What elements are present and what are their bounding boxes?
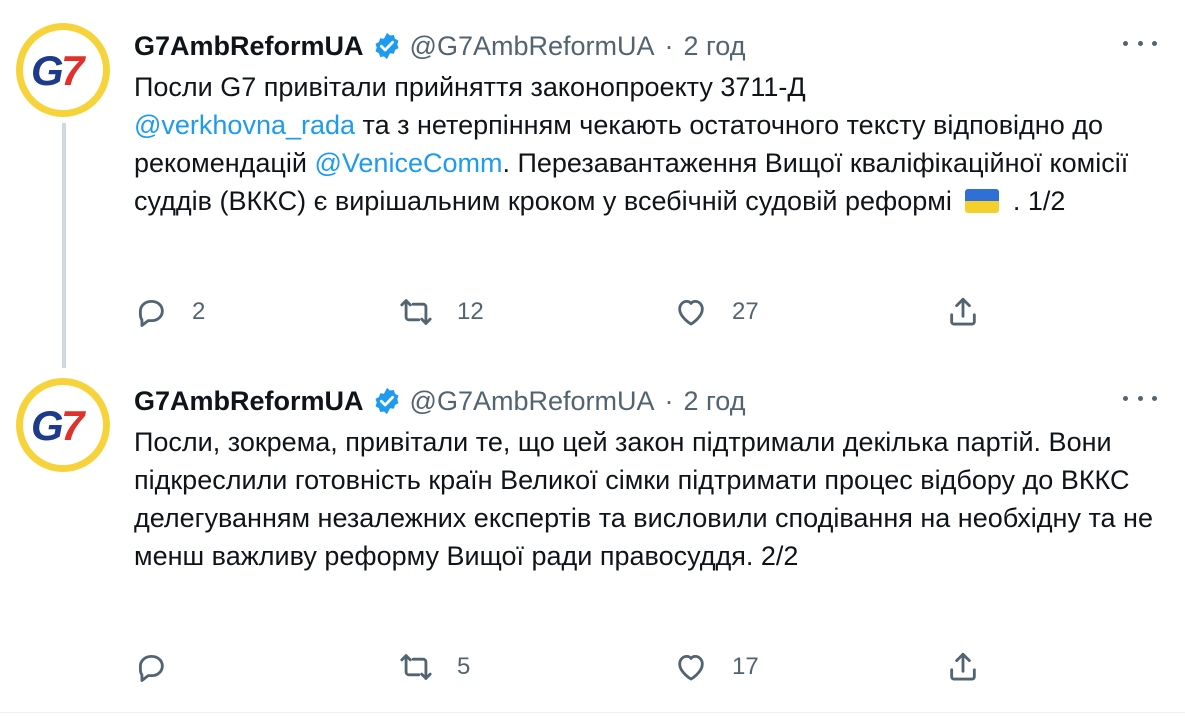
- avatar[interactable]: G 7: [16, 23, 110, 117]
- like-count: 17: [732, 653, 759, 680]
- tweet-header: G7AmbReformUA @G7AmbReformUA · 2 год: [134, 28, 745, 64]
- author-handle[interactable]: @G7AmbReformUA: [410, 31, 655, 62]
- reply-count: 2: [192, 298, 206, 325]
- retweet-button[interactable]: 12: [399, 292, 484, 332]
- share-button[interactable]: [946, 292, 980, 332]
- svg-text:G: G: [31, 402, 64, 449]
- avatar[interactable]: G 7: [16, 378, 110, 472]
- share-icon: [950, 297, 976, 326]
- separator-dot: ·: [664, 30, 674, 61]
- tweet-timestamp[interactable]: 2 год: [684, 31, 746, 62]
- like-button[interactable]: 17: [674, 647, 759, 687]
- svg-text:7: 7: [61, 402, 86, 449]
- tweet-actions: 2 12 27: [134, 292, 994, 332]
- share-icon: [950, 652, 976, 681]
- tweet-text: Посли, зокрема, привітали те, що цей зак…: [134, 427, 1153, 571]
- tweet[interactable]: G 7 G7AmbReformUA @G7AmbReformUA · 2 год…: [0, 0, 1185, 355]
- retweet-icon: [400, 654, 432, 680]
- tweet-actions: 5 17: [134, 647, 994, 687]
- reply-button[interactable]: [134, 647, 192, 687]
- retweet-icon: [400, 299, 432, 325]
- mention-link-venicecomm[interactable]: @VeniceComm: [314, 148, 502, 178]
- like-button[interactable]: 27: [674, 292, 759, 332]
- ukraine-flag-icon: [965, 189, 1000, 213]
- divider: [0, 712, 1185, 713]
- reply-button[interactable]: 2: [134, 292, 205, 332]
- more-options-icon[interactable]: [1123, 386, 1157, 410]
- author-name[interactable]: G7AmbReformUA: [134, 386, 364, 417]
- like-icon: [678, 654, 704, 681]
- tweet-text-segment: . 1/2: [1005, 186, 1066, 216]
- separator-dot: ·: [664, 385, 674, 416]
- svg-text:7: 7: [61, 47, 86, 94]
- like-icon: [678, 299, 704, 326]
- verified-badge-icon: [375, 32, 399, 60]
- tweet-header: G7AmbReformUA @G7AmbReformUA · 2 год: [134, 383, 745, 419]
- mention-link-verkhovna-rada[interactable]: @verkhovna_rada: [134, 110, 355, 140]
- author-handle[interactable]: @G7AmbReformUA: [410, 386, 655, 417]
- reply-icon: [138, 654, 164, 682]
- tweet-text-segment: Посли G7 привітали прийняття законопроек…: [134, 72, 806, 102]
- like-count: 27: [732, 298, 759, 325]
- verified-badge-icon: [375, 387, 399, 415]
- retweet-count: 12: [457, 298, 484, 325]
- share-button[interactable]: [946, 647, 980, 687]
- reply-icon: [138, 299, 164, 327]
- tweet[interactable]: G 7 G7AmbReformUA @G7AmbReformUA · 2 год…: [0, 355, 1185, 713]
- retweet-count: 5: [457, 653, 471, 680]
- g7-logo-icon: G 7: [31, 402, 86, 449]
- g7-logo-icon: G 7: [31, 47, 86, 94]
- author-name[interactable]: G7AmbReformUA: [134, 31, 364, 62]
- svg-text:G: G: [31, 47, 64, 94]
- tweet-text: Посли G7 привітали прийняття законопроек…: [134, 68, 1154, 220]
- retweet-button[interactable]: 5: [399, 647, 470, 687]
- more-options-icon[interactable]: [1123, 31, 1157, 55]
- tweet-timestamp[interactable]: 2 год: [684, 386, 746, 417]
